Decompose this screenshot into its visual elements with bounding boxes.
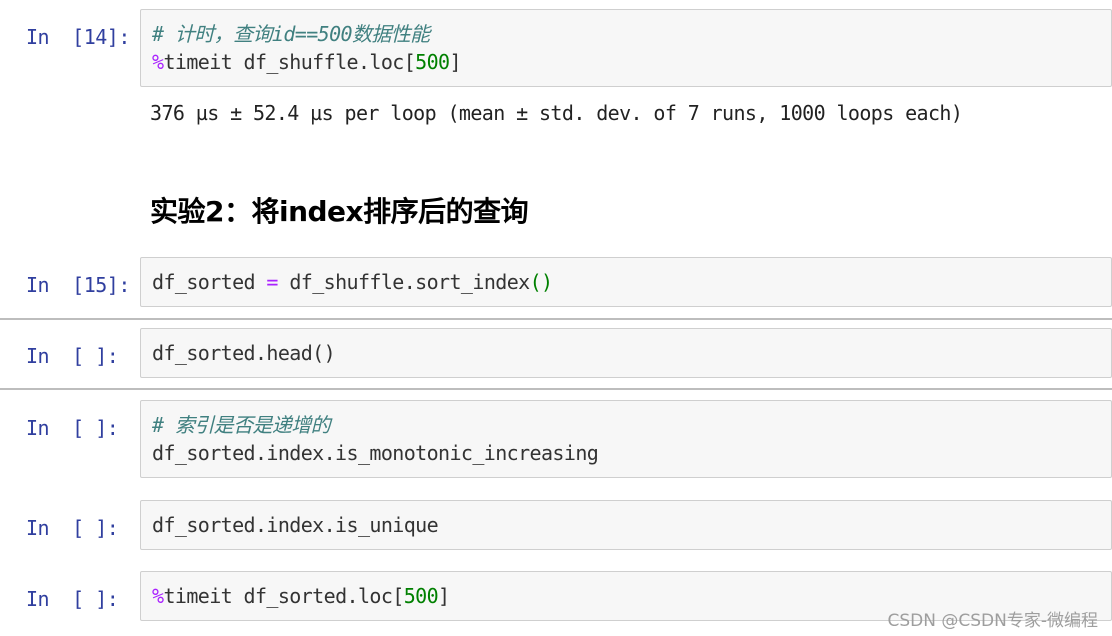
code-line: df_sorted.index.is_monotonic_increasing xyxy=(152,439,1111,467)
code-input[interactable]: # 计时，查询id==500数据性能 %timeit df_shuffle.loc… xyxy=(140,9,1112,87)
code-text: timeit df_shuffle.loc[ xyxy=(163,50,416,74)
code-operator: = xyxy=(266,270,278,294)
code-comment: # 计时，查询id==500数据性能 xyxy=(152,22,430,46)
code-comment-line: # 计时，查询id==500数据性能 xyxy=(152,20,1111,48)
code-comment: # 索引是否是递增的 xyxy=(152,413,331,437)
cell-divider xyxy=(0,388,1112,390)
code-line: df_sorted.head() xyxy=(152,339,1111,367)
code-line: df_sorted.index.is_unique xyxy=(152,511,1111,539)
code-number: 500 xyxy=(403,584,439,608)
code-comment-line: # 索引是否是递增的 xyxy=(152,411,1111,439)
watermark: CSDN @CSDN专家-微编程 xyxy=(887,611,1098,631)
code-input[interactable]: # 索引是否是递增的 df_sorted.index.is_monotonic_i… xyxy=(140,400,1112,478)
code-paren: () xyxy=(529,270,553,294)
input-prompt: In [ ]: xyxy=(26,516,119,540)
code-input[interactable]: df_sorted = df_shuffle.sort_index() xyxy=(140,257,1112,307)
input-prompt: In [ ]: xyxy=(26,416,119,440)
code-text: df_sorted.index.is_monotonic_increasing xyxy=(152,441,599,465)
code-text: ] xyxy=(438,584,450,608)
code-line: %timeit df_shuffle.loc[500] xyxy=(152,48,1111,76)
input-prompt: In [15]: xyxy=(26,273,130,297)
code-input[interactable]: df_sorted.head() xyxy=(140,328,1112,378)
input-prompt: In [14]: xyxy=(26,25,130,49)
code-line: df_sorted = df_shuffle.sort_index() xyxy=(152,268,1111,296)
input-prompt: In [ ]: xyxy=(26,587,119,611)
code-text: df_sorted.index.is_unique xyxy=(152,513,439,537)
code-cell-head[interactable]: In [ ]: df_sorted.head() xyxy=(0,328,1112,378)
cell-divider xyxy=(0,318,1112,320)
magic-symbol: % xyxy=(152,50,164,74)
code-input[interactable]: df_sorted.index.is_unique xyxy=(140,500,1112,550)
cell-output: 376 µs ± 52.4 µs per loop (mean ± std. d… xyxy=(150,101,963,125)
notebook-page: In [14]: # 计时，查询id==500数据性能 %timeit df_sh… xyxy=(0,0,1112,636)
code-text: df_shuffle.sort_index xyxy=(277,270,530,294)
code-cell-15[interactable]: In [15]: df_sorted = df_shuffle.sort_ind… xyxy=(0,257,1112,307)
code-cell-monotonic[interactable]: In [ ]: # 索引是否是递增的 df_sorted.index.is_mon… xyxy=(0,400,1112,478)
code-number: 500 xyxy=(415,50,450,74)
magic-symbol: % xyxy=(152,584,164,608)
code-text: ] xyxy=(449,50,461,74)
code-cell-14[interactable]: In [14]: # 计时，查询id==500数据性能 %timeit df_sh… xyxy=(0,9,1112,87)
code-cell-unique[interactable]: In [ ]: df_sorted.index.is_unique xyxy=(0,500,1112,550)
markdown-heading: 实验2：将index排序后的查询 xyxy=(150,195,529,228)
code-text: df_sorted.head() xyxy=(152,341,336,365)
code-text: timeit df_sorted.loc[ xyxy=(163,584,404,608)
input-prompt: In [ ]: xyxy=(26,344,119,368)
code-text: df_sorted xyxy=(152,270,267,294)
